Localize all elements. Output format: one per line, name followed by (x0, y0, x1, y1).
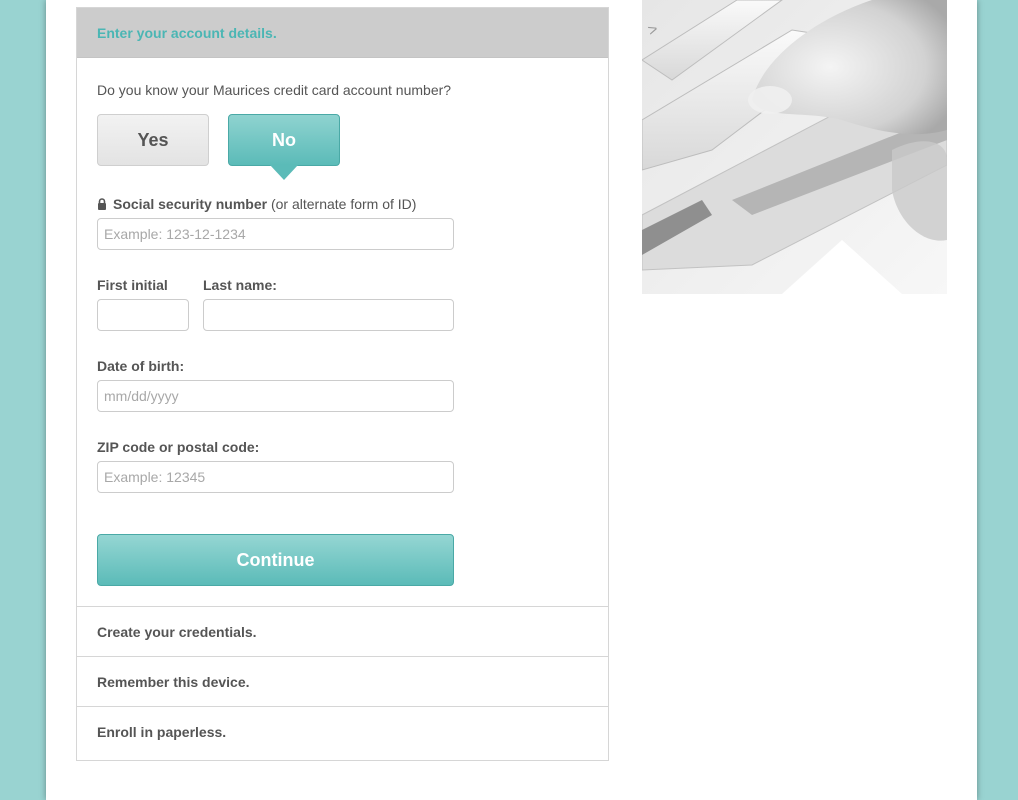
account-details-form: Do you know your Maurices credit card ac… (77, 58, 608, 606)
step-header-account-details: Enter your account details. (77, 8, 608, 58)
no-button[interactable]: No (228, 114, 340, 180)
dob-label: Date of birth: (97, 358, 185, 374)
yes-button[interactable]: Yes (97, 114, 209, 166)
yes-button-label: Yes (137, 129, 169, 150)
ssn-label-bold: Social security number (113, 196, 268, 212)
step-remember-device: Remember this device. (77, 656, 608, 706)
step-create-credentials: Create your credentials. (77, 606, 608, 656)
page-container: Enter your account details. Do you know … (46, 0, 977, 800)
zip-label: ZIP code or postal code: (97, 439, 260, 455)
step-label: Enroll in paperless. (97, 723, 227, 740)
step-label: Create your credentials. (97, 623, 257, 640)
dob-input[interactable] (97, 380, 454, 412)
keyboard-photo: > (642, 0, 947, 294)
account-number-question: Do you know your Maurices credit card ac… (97, 82, 452, 98)
last-name-input[interactable] (203, 299, 454, 331)
zip-input[interactable] (97, 461, 454, 493)
ssn-label-note: (or alternate form of ID) (270, 196, 417, 212)
continue-button[interactable]: Continue (97, 534, 454, 586)
last-name-label: Last name: (203, 277, 277, 293)
first-initial-label: First initial (97, 277, 168, 293)
selected-caret-icon (270, 165, 298, 180)
step-header-label: Enter your account details. (97, 24, 277, 41)
lock-icon (97, 197, 107, 213)
step-label: Remember this device. (97, 673, 250, 690)
enrollment-panel: Enter your account details. Do you know … (76, 7, 609, 761)
first-initial-input[interactable] (97, 299, 189, 331)
ssn-input[interactable] (97, 218, 454, 250)
ssn-label: Social security number (or alternate for… (97, 196, 416, 213)
no-button-label: No (272, 129, 296, 150)
keyboard-illustration: > (642, 0, 947, 294)
step-enroll-paperless: Enroll in paperless. (77, 706, 608, 756)
